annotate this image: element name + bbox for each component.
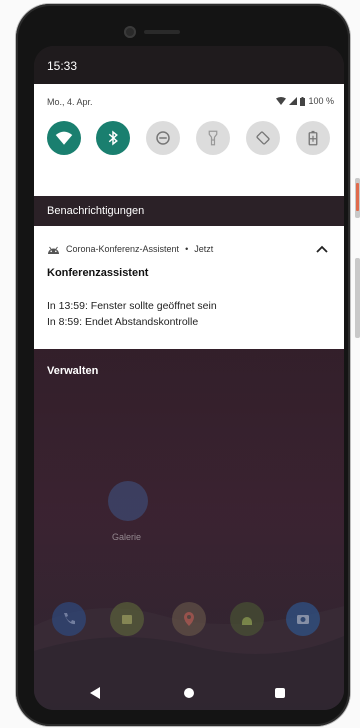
recents-icon[interactable] [275,688,285,698]
autorotate-icon [256,131,270,145]
quick-settings-date: Mo., 4. Apr. [47,97,93,107]
wifi-tile[interactable] [47,121,81,155]
notification-separator: • [185,244,189,254]
notification-line-1: In 13:59: Fenster sollte geöffnet sein [47,300,217,312]
earpiece-speaker [144,30,180,34]
android-app-icon [48,246,59,254]
quick-settings-status: 100 % [276,96,334,106]
battery-status-icon [300,96,306,106]
navigation-bar [34,676,344,710]
notifications-header-label: Benachrichtigungen [47,205,145,217]
back-icon[interactable] [90,687,100,699]
wifi-status-icon [276,97,287,105]
camera-icon [286,602,320,636]
dnd-tile[interactable] [146,121,180,155]
notification-time: Jetzt [194,244,214,254]
notification-app-name: Corona-Konferenz-Assistent [66,244,180,254]
do-not-disturb-icon [156,131,170,145]
bluetooth-icon [108,130,118,146]
notification-line-2: In 8:59: Endet Abstandskontrolle [47,316,199,328]
status-bar: 15:33 [34,46,344,84]
front-camera [124,26,136,38]
battery-saver-tile[interactable] [296,121,330,155]
chevron-up-icon[interactable] [314,241,330,257]
battery-saver-icon [308,130,318,146]
notification-app-row: Corona-Konferenz-Assistent • Jetzt [47,244,213,254]
flashlight-icon [208,130,218,146]
autorotate-tile[interactable] [246,121,280,155]
status-time: 15:33 [47,59,78,73]
screen: 15:33 Mo., 4. Apr. 100 % Benachrichtigun… [34,46,344,710]
side-button-volume [355,258,360,338]
gallery-label: Galerie [112,532,142,542]
notification-title: Konferenzassistent [47,267,149,279]
battery-percent: 100 % [308,96,334,106]
home-icon[interactable] [184,688,194,698]
gallery-icon [108,481,148,521]
android-icon [230,602,264,636]
notifications-header: Benachrichtigungen [34,196,344,226]
phone-icon [52,602,86,636]
wifi-icon [55,131,73,145]
signal-status-icon [289,97,298,105]
power-button-accent [356,183,359,211]
store-icon [110,602,144,636]
bluetooth-tile[interactable] [96,121,130,155]
manage-button[interactable]: Verwalten [47,365,98,377]
maps-icon [172,602,206,636]
notification-card[interactable]: Corona-Konferenz-Assistent • Jetzt Konfe… [34,233,344,349]
flashlight-tile[interactable] [196,121,230,155]
